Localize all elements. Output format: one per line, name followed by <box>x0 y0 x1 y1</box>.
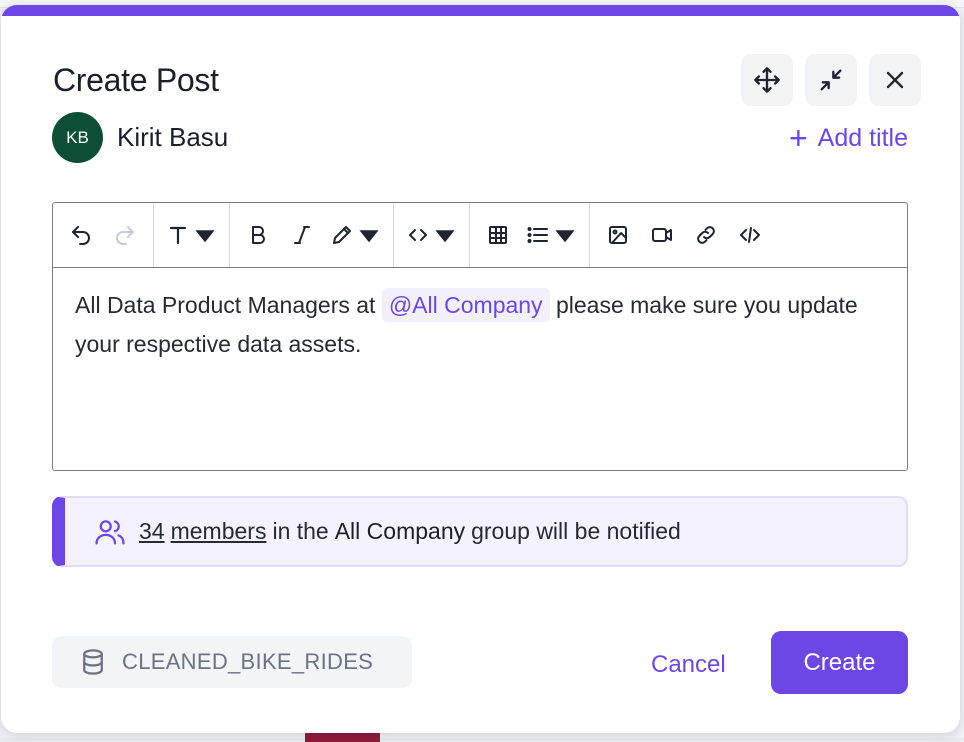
post-editor: All Data Product Managers at @All Compan… <box>52 202 908 471</box>
asset-name: CLEANED_BIKE_RIDES <box>122 649 374 674</box>
linked-asset-chip[interactable]: CLEANED_BIKE_RIDES <box>52 636 412 688</box>
toolbar-group-insert <box>590 203 778 267</box>
redo-button[interactable] <box>103 215 147 255</box>
editor-toolbar <box>53 203 907 268</box>
add-title-button[interactable]: + Add title <box>789 122 908 154</box>
text-style-icon <box>169 226 187 245</box>
bold-button[interactable] <box>236 215 280 255</box>
collapse-icon <box>820 69 842 91</box>
cancel-button[interactable]: Cancel <box>641 645 736 685</box>
notice-group-name: All Company <box>334 518 466 544</box>
table-icon <box>489 226 507 244</box>
create-button[interactable]: Create <box>771 631 908 694</box>
toolbar-group-history <box>53 203 154 267</box>
move-icon <box>754 67 780 93</box>
editor-content[interactable]: All Data Product Managers at @All Compan… <box>53 268 907 382</box>
undo-button[interactable] <box>59 215 103 255</box>
link-button[interactable] <box>684 215 728 255</box>
image-icon <box>609 226 627 244</box>
toolbar-group-code <box>394 203 470 267</box>
undo-icon <box>72 226 90 245</box>
editor-text-before: All Data Product Managers at <box>75 292 376 318</box>
code-block-button[interactable] <box>728 215 772 255</box>
toolbar-group-format <box>230 203 394 267</box>
code-dropdown[interactable] <box>400 215 463 255</box>
close-icon <box>886 71 904 89</box>
add-title-label: Add title <box>817 123 908 152</box>
close-button[interactable] <box>869 54 921 106</box>
image-button[interactable] <box>596 215 640 255</box>
avatar: KB <box>52 112 103 163</box>
italic-button[interactable] <box>280 215 324 255</box>
bold-icon <box>252 226 265 244</box>
text-style-dropdown[interactable] <box>160 215 223 255</box>
notification-notice: 34 members in the All Company group will… <box>52 496 908 567</box>
move-button[interactable] <box>741 54 793 106</box>
notice-middle-text: in the <box>272 518 329 544</box>
notice-suffix-text: group will be notified <box>471 518 681 544</box>
members-link[interactable]: members <box>171 518 267 545</box>
collapse-button[interactable] <box>805 54 857 106</box>
redo-icon <box>116 226 134 245</box>
list-dropdown[interactable] <box>520 215 583 255</box>
video-button[interactable] <box>640 215 684 255</box>
mention-chip[interactable]: @All Company <box>381 288 550 322</box>
chevron-down-icon <box>195 230 215 243</box>
post-author: KB Kirit Basu <box>52 112 228 163</box>
plus-icon: + <box>788 120 808 156</box>
chevron-down-icon <box>359 230 379 243</box>
database-icon <box>83 649 103 675</box>
modal-title: Create Post <box>53 62 219 98</box>
member-count[interactable]: 34 <box>139 518 165 545</box>
toolbar-group-structure <box>470 203 590 267</box>
code-icon <box>409 229 427 241</box>
highlight-icon <box>333 226 351 244</box>
link-icon <box>697 226 715 244</box>
italic-icon <box>294 226 310 244</box>
modal-accent-bar <box>1 5 960 16</box>
create-post-modal: Create Post KB Kirit Basu + Add title Al… <box>1 5 960 733</box>
chevron-down-icon <box>555 230 575 243</box>
video-icon <box>652 228 672 242</box>
users-icon <box>95 519 125 544</box>
highlight-dropdown[interactable] <box>324 215 387 255</box>
author-name: Kirit Basu <box>117 122 229 152</box>
code-block-icon <box>740 227 760 243</box>
toolbar-group-text-style <box>154 203 230 267</box>
table-button[interactable] <box>476 215 520 255</box>
chevron-down-icon <box>435 230 455 243</box>
list-icon <box>527 227 548 243</box>
